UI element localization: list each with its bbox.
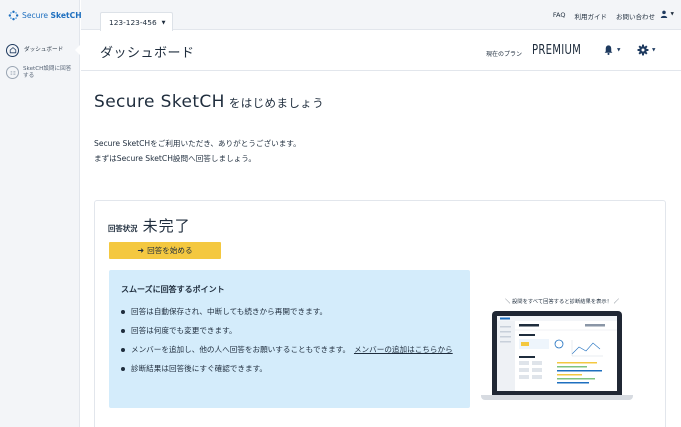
hero-title: Secure SketCH をはじめましょう <box>94 92 324 112</box>
laptop-screen <box>497 316 617 391</box>
user-menu[interactable]: ▼ <box>660 10 674 18</box>
active-indicator <box>75 45 80 55</box>
user-icon <box>660 10 667 18</box>
main-content: Secure SketCH をはじめましょう Secure SketCHをご利用い… <box>81 72 681 427</box>
bullet-icon <box>121 366 125 371</box>
bell-icon <box>604 45 613 55</box>
intro-line: Secure SketCHをご利用いただき、ありがとうございます。 <box>94 139 301 148</box>
notifications-button[interactable]: ▼ <box>603 44 620 56</box>
chevron-down-icon: ▼ <box>652 47 656 53</box>
page-title: ダッシュボード <box>100 46 195 61</box>
sidebar-item-label: ダッシュボード <box>24 46 64 53</box>
chevron-down-icon: ▼ <box>617 47 621 53</box>
intro-text: Secure SketCHをご利用いただき、ありがとうございます。 まずはSec… <box>94 136 301 166</box>
logo[interactable]: Secure SketCH <box>8 8 82 22</box>
arrow-right-icon: ➜ <box>137 246 145 255</box>
preview-caption: ＼ 設問をすべて回答すると診断結果を表示！ ／ <box>504 299 620 305</box>
topbar: 123-123-456 ▼ FAQ 利用ガイド お問い合わせ ▼ <box>81 0 681 31</box>
logo-icon <box>8 10 19 20</box>
list-item: 診断結果は回答後にすぐ確認できます。 <box>121 362 470 375</box>
logo-text: Secure SketCH <box>22 10 82 20</box>
faq-link[interactable]: FAQ <box>553 11 566 21</box>
sidebar: Secure SketCH ダッシュボード SketCH設問に回答する <box>0 0 82 427</box>
gear-icon <box>637 44 649 56</box>
tips-panel: スムーズに回答するポイント 回答は自動保存され、中断しても続きから再開できます。… <box>109 270 470 408</box>
status-label: 回答状況 <box>108 224 138 233</box>
sidebar-item-dashboard[interactable]: ダッシュボード <box>0 40 80 60</box>
hero-title-brand: Secure SketCH <box>94 92 225 112</box>
bullet-icon <box>121 328 125 333</box>
intro-line: まずはSecure SketCH設問へ回答しましょう。 <box>94 154 256 163</box>
chevron-down-icon: ▼ <box>670 11 674 17</box>
status-badge: 未完了 <box>142 217 191 235</box>
bullet-icon <box>121 309 125 314</box>
sidebar-item-answer[interactable]: SketCH設問に回答する <box>0 64 80 86</box>
checklist-icon <box>6 66 19 79</box>
start-answer-label: 回答を始める <box>147 246 193 255</box>
tips-title: スムーズに回答するポイント <box>121 285 225 294</box>
laptop-illustration <box>492 311 622 395</box>
contact-link[interactable]: お問い合わせ <box>616 11 655 21</box>
bullet-icon <box>121 347 125 352</box>
dashboard-preview-image <box>497 316 617 391</box>
page-header: ダッシュボード 現在のプラン PREMIUM ▼ ▼ <box>81 31 681 71</box>
sidebar-item-label: SketCH設問に回答する <box>23 66 72 79</box>
plan-label: 現在のプラン <box>486 51 523 58</box>
result-preview: ＼ 設問をすべて回答すると診断結果を表示！ ／ <box>477 297 647 417</box>
laptop-base <box>481 395 633 400</box>
status-card: 回答状況 未完了 ➜ 回答を始める スムーズに回答するポイント 回答は自動保存され… <box>94 200 666 427</box>
plan-value: PREMIUM <box>532 43 582 58</box>
list-item: 回答は自動保存され、中断しても続きから再開できます。 <box>121 305 470 318</box>
tips-list: 回答は自動保存され、中断しても続きから再開できます。 回答は何度でも変更できます… <box>121 305 470 375</box>
account-id: 123-123-456 <box>109 18 157 27</box>
house-icon <box>6 43 19 57</box>
add-member-link[interactable]: メンバーの追加はこちらから <box>354 345 453 354</box>
list-item: メンバーを追加し、他の人へ回答をお願いすることもできます。 メンバーの追加はこち… <box>121 343 470 356</box>
top-links: FAQ 利用ガイド お問い合わせ <box>544 11 655 21</box>
status-row: 回答状況 未完了 <box>108 215 191 236</box>
start-answer-button[interactable]: ➜ 回答を始める <box>109 242 221 259</box>
account-selector[interactable]: 123-123-456 ▼ <box>100 12 173 31</box>
hero-title-suffix: をはじめましょう <box>228 96 325 110</box>
settings-button[interactable]: ▼ <box>637 44 655 56</box>
chevron-down-icon: ▼ <box>161 20 166 26</box>
list-item: 回答は何度でも変更できます。 <box>121 324 470 337</box>
guide-link[interactable]: 利用ガイド <box>575 11 608 21</box>
